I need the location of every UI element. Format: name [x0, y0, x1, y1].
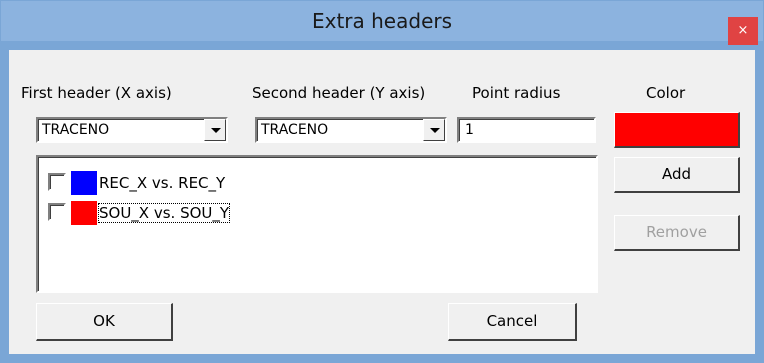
second-header-select[interactable]: TRACENO	[255, 117, 447, 143]
second-header-value: TRACENO	[261, 122, 329, 138]
add-button[interactable]: Add	[614, 157, 740, 193]
extra-headers-dialog: Extra headers × First header (X axis) Se…	[0, 0, 764, 363]
color-button[interactable]	[614, 112, 740, 148]
list-item[interactable]: SOU_X vs. SOU_Y	[48, 201, 348, 225]
list-item[interactable]: REC_X vs. REC_Y	[48, 171, 348, 195]
ok-button[interactable]: OK	[36, 303, 173, 341]
header-pairs-list[interactable]: REC_X vs. REC_Y SOU_X vs. SOU_Y	[36, 155, 598, 293]
first-header-value: TRACENO	[42, 122, 110, 138]
second-header-label: Second header (Y axis)	[252, 84, 426, 102]
first-header-label: First header (X axis)	[21, 84, 172, 102]
window-title: Extra headers	[311, 9, 453, 33]
close-button[interactable]: ×	[728, 17, 758, 45]
chevron-down-icon[interactable]	[204, 119, 226, 141]
cancel-button[interactable]: Cancel	[448, 303, 577, 341]
close-icon: ×	[737, 23, 749, 38]
list-item-checkbox[interactable]	[48, 173, 66, 191]
first-header-select[interactable]: TRACENO	[36, 117, 228, 143]
chevron-down-icon[interactable]	[423, 119, 445, 141]
color-label: Color	[646, 84, 686, 102]
color-swatch	[71, 171, 97, 195]
list-item-label: REC_X vs. REC_Y	[99, 174, 226, 192]
remove-button[interactable]: Remove	[614, 215, 740, 251]
dialog-body: First header (X axis) Second header (Y a…	[9, 50, 755, 354]
list-item-label: SOU_X vs. SOU_Y	[97, 203, 231, 223]
color-swatch	[71, 201, 97, 225]
point-radius-input[interactable]: 1	[457, 117, 596, 143]
point-radius-label: Point radius	[472, 84, 561, 102]
title-bar: Extra headers ×	[1, 1, 763, 45]
list-item-checkbox[interactable]	[48, 203, 66, 221]
